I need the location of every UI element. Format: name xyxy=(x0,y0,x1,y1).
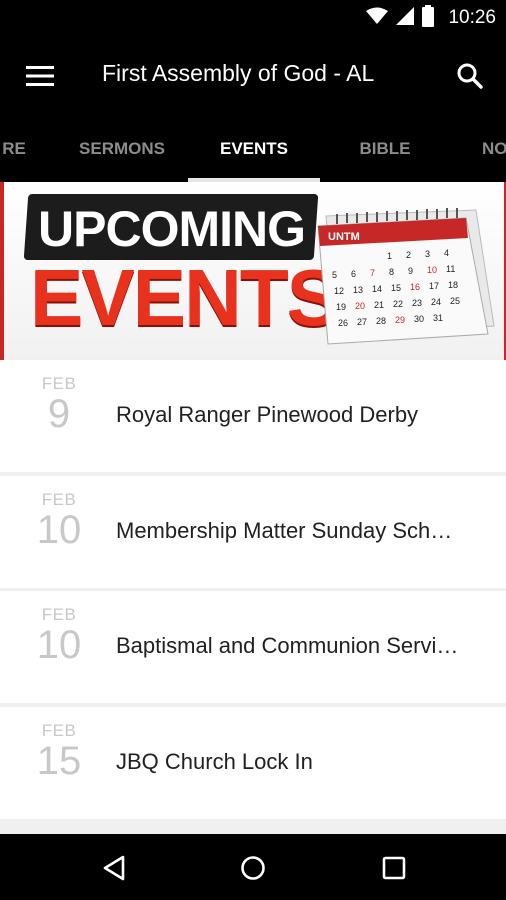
calendar-day-number: 13 xyxy=(353,285,363,295)
event-item[interactable]: FEB 10 Baptismal and Communion Servi… xyxy=(0,591,506,703)
calendar-day-number: 21 xyxy=(374,300,384,310)
event-month: FEB xyxy=(41,374,77,393)
event-item[interactable]: FEB 9 Royal Ranger Pinewood Derby xyxy=(0,360,506,472)
wifi-icon xyxy=(366,7,389,30)
event-list: FEB 9 Royal Ranger Pinewood Derby FEB 10… xyxy=(0,360,506,834)
calendar-day-number: 17 xyxy=(429,281,439,291)
calendar-day-number: 1 xyxy=(387,251,392,261)
status-time: 10:26 xyxy=(448,7,496,28)
event-item[interactable]: FEB 15 JBQ Church Lock In xyxy=(0,707,506,819)
tab-sermons[interactable]: SERMONS xyxy=(72,116,172,182)
calendar-day-number: 29 xyxy=(395,315,405,325)
home-icon[interactable] xyxy=(233,848,273,888)
event-month: FEB xyxy=(41,605,77,624)
status-icons: 10:26 xyxy=(366,4,496,32)
event-date: FEB 10 xyxy=(28,490,90,550)
event-day: 15 xyxy=(36,739,82,783)
calendar-day-number: 7 xyxy=(370,268,375,278)
event-title: Royal Ranger Pinewood Derby xyxy=(116,402,419,427)
calendar-day-number: 25 xyxy=(450,296,460,306)
calendar-day-number: 23 xyxy=(412,298,422,308)
calendar-day-number: 5 xyxy=(332,270,337,280)
calendar-day-number: 8 xyxy=(389,267,394,277)
calendar-day-number: 3 xyxy=(425,249,430,259)
event-date: FEB 15 xyxy=(28,721,90,781)
event-month: FEB xyxy=(41,721,77,740)
calendar-day-number: 11 xyxy=(446,264,455,274)
banner-line2: EVENTS xyxy=(30,253,340,342)
event-date: FEB 9 xyxy=(28,374,90,434)
event-title: Baptismal and Communion Servi… xyxy=(116,633,459,658)
tab-more[interactable]: RE xyxy=(0,116,34,182)
calendar-day-number: 16 xyxy=(410,282,420,292)
event-month: FEB xyxy=(41,490,77,509)
banner-line1: UPCOMING xyxy=(38,201,306,257)
event-title: Membership Matter Sunday Sch… xyxy=(116,518,453,543)
calendar-day-number: 18 xyxy=(448,280,458,290)
status-bar: 10:26 xyxy=(0,0,506,36)
tab-events[interactable]: EVENTS xyxy=(188,116,320,182)
calendar-day-number: 20 xyxy=(355,301,365,311)
calendar-header: UNTM xyxy=(328,231,360,243)
calendar-day-number: 24 xyxy=(431,297,441,307)
event-day: 10 xyxy=(36,623,82,667)
back-icon[interactable] xyxy=(94,848,134,888)
calendar-day-number: 12 xyxy=(334,286,344,296)
calendar-day-number: 14 xyxy=(372,284,382,294)
events-banner: UPCOMING EVENTS UNTM 1 2 3 4 5 6 7 8 9 10 11 12 13 14… xyxy=(0,182,506,360)
tab-notes[interactable]: NO xyxy=(482,116,506,182)
app-bar: First Assembly of God - AL xyxy=(0,36,506,116)
calendar-day-number: 19 xyxy=(336,302,346,312)
calendar-day-number: 2 xyxy=(406,250,411,260)
tab-bible[interactable]: BIBLE xyxy=(344,116,426,182)
tab-bar: RE SERMONS EVENTS BIBLE NO xyxy=(0,116,506,182)
event-day: 10 xyxy=(36,508,82,552)
calendar-day-number: 15 xyxy=(391,283,401,293)
calendar-day-number: 27 xyxy=(357,317,367,327)
calendar-day-number: 6 xyxy=(351,269,356,279)
recents-icon[interactable] xyxy=(374,848,414,888)
event-date: FEB 10 xyxy=(28,605,90,665)
event-item[interactable]: FEB 10 Membership Matter Sunday Sch… xyxy=(0,476,506,588)
calendar-day-number: 31 xyxy=(433,313,443,323)
app-title: First Assembly of God - AL xyxy=(102,60,375,86)
event-day: 9 xyxy=(47,392,71,436)
search-icon[interactable] xyxy=(450,56,490,96)
calendar-day-number: 28 xyxy=(376,316,386,326)
calendar-day-number: 26 xyxy=(338,318,348,328)
system-nav-bar xyxy=(0,834,506,900)
battery-icon xyxy=(422,4,435,32)
calendar-day-number: 9 xyxy=(408,266,413,276)
calendar-day-number: 4 xyxy=(444,248,449,258)
menu-icon[interactable] xyxy=(18,58,62,94)
calendar-day-number: 10 xyxy=(427,265,437,275)
calendar-day-number: 30 xyxy=(414,314,424,324)
event-title: JBQ Church Lock In xyxy=(116,749,313,774)
signal-icon xyxy=(396,6,415,30)
calendar-day-number: 22 xyxy=(393,299,403,309)
calendar-icon: UNTM 1 2 3 45 6 7 8 9 10 1112 13 14 15 16 17 1819 20 21 22… xyxy=(317,208,495,345)
